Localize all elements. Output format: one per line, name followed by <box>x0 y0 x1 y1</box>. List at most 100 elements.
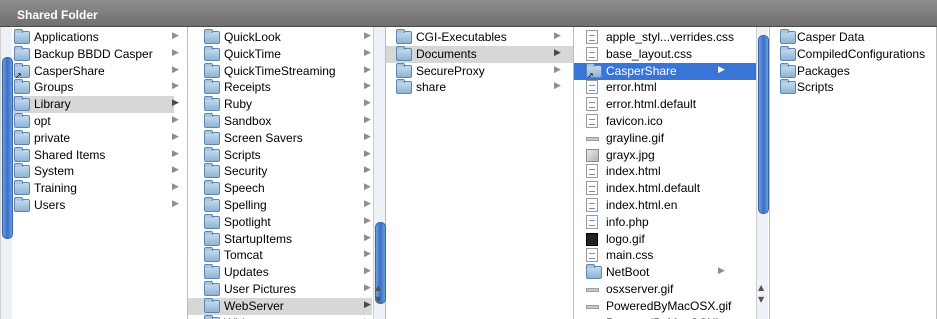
list-item[interactable]: Applications ▶ <box>0 29 179 46</box>
list-item[interactable]: Library ▶ <box>0 96 179 114</box>
list-item[interactable]: error.html <box>574 79 756 96</box>
list-item[interactable]: logo.gif <box>574 231 756 248</box>
list-item[interactable]: Speech ▶ <box>188 180 372 197</box>
list-item[interactable]: private ▶ <box>0 129 179 147</box>
list-item-label: Receipts <box>224 80 271 95</box>
scrollbar-thumb[interactable] <box>2 57 13 239</box>
list-item[interactable]: QuickTimeStreaming ▶ <box>188 62 372 80</box>
list-item[interactable]: osxserver.gif <box>574 281 756 298</box>
list-item-label: System <box>34 164 75 179</box>
list-item[interactable]: PoweredByMacOSX.gif <box>574 298 756 315</box>
list-item-label: CasperShare <box>34 63 105 78</box>
list-item[interactable]: Spelling ▶ <box>188 197 372 214</box>
list-item[interactable]: main.css <box>574 247 756 264</box>
folder-icon <box>780 45 796 61</box>
folder-icon <box>204 79 220 95</box>
list-item[interactable]: Groups ▶ <box>0 79 179 96</box>
folder-icon <box>204 230 220 246</box>
list-item[interactable]: apple_styl...verrides.css <box>574 29 756 46</box>
disclosure-arrow-icon: ▶ <box>554 81 561 92</box>
list-item[interactable]: Backup BBDD Casper ▶ <box>0 45 179 63</box>
scrollbar-thumb[interactable] <box>758 35 769 214</box>
list-item[interactable]: Sandbox ▶ <box>188 113 372 130</box>
list-item[interactable]: Updates ▶ <box>188 264 372 281</box>
list-item-label: Speech <box>224 181 265 196</box>
list-item[interactable]: WebServer ▶ <box>188 297 372 315</box>
logo-image-icon <box>586 232 598 246</box>
list-item[interactable]: CasperShare ▶ <box>0 62 179 80</box>
list-item-label: logo.gif <box>606 231 645 246</box>
list-item[interactable]: Users ▶ <box>0 197 179 214</box>
list-item[interactable]: Spotlight ▶ <box>188 213 372 231</box>
list-item[interactable]: error.html.default <box>574 96 756 113</box>
browser-column-5[interactable]: Casper Data CompiledConfigurations Package… <box>770 27 937 319</box>
scroll-up-arrow-icon[interactable]: ▲ <box>758 283 764 292</box>
list-item[interactable]: QuickLook ▶ <box>188 29 372 46</box>
list-item-label: Groups <box>34 80 74 95</box>
list-item[interactable]: Security ▶ <box>188 163 372 180</box>
list-item[interactable]: User Pictures ▶ <box>188 281 372 298</box>
alias-folder-icon <box>586 62 602 80</box>
list-item[interactable]: Widgets▶ <box>188 314 372 319</box>
vertical-scrollbar[interactable]: ▲ ▼ <box>756 27 769 319</box>
browser-column-2[interactable]: QuickLook ▶ QuickTime ▶ QuickTimeStreaming ▶ R… <box>188 27 386 319</box>
list-item-label: Spelling <box>224 198 267 212</box>
list-item[interactable]: favicon.ico <box>574 113 756 130</box>
list-item[interactable]: PoweredByMacOSXLarge.gif <box>574 315 762 319</box>
list-item[interactable]: CompiledConfigurations <box>770 45 936 63</box>
folder-icon <box>396 29 412 44</box>
list-item-label: CompiledConfigurations <box>797 46 926 61</box>
list-item[interactable]: Documents ▶ <box>386 45 573 63</box>
list-item[interactable]: Packages <box>770 62 936 80</box>
list-item[interactable]: StartupItems ▶ <box>188 230 372 248</box>
list-item[interactable]: CasperShare ▶ <box>574 62 756 80</box>
window-titlebar[interactable]: Shared Folder <box>0 0 937 27</box>
list-item[interactable]: CGI-Executables ▶ <box>386 29 573 46</box>
list-item[interactable]: base_layout.css <box>574 46 756 63</box>
list-item[interactable]: index.html.default <box>574 180 756 197</box>
disclosure-arrow-icon: ▶ <box>718 266 725 277</box>
list-item-label: PoweredByMacOSX.gif <box>606 298 732 313</box>
vertical-scrollbar[interactable] <box>0 27 13 319</box>
list-item[interactable]: share ▶ <box>386 79 573 96</box>
applications-folder-icon <box>14 29 30 44</box>
browser-column-3[interactable]: CGI-Executables ▶ Documents ▶ SecureProxy ▶ sh… <box>386 27 574 319</box>
vertical-scrollbar[interactable]: ▲ ▼ <box>373 27 386 319</box>
list-item-label: Applications <box>34 30 99 44</box>
list-item[interactable]: Ruby ▶ <box>188 96 372 113</box>
list-item[interactable]: grayx.jpg <box>574 147 756 164</box>
list-item[interactable]: index.html <box>574 163 756 180</box>
folder-icon <box>396 62 412 78</box>
list-item[interactable]: Receipts ▶ <box>188 79 372 96</box>
list-item[interactable]: System ▶ <box>0 163 179 180</box>
list-item-label: Sandbox <box>224 114 272 128</box>
list-item[interactable]: Tomcat ▶ <box>188 247 372 264</box>
list-item-label: Tomcat <box>224 248 263 263</box>
scroll-up-arrow-icon[interactable]: ▲ <box>375 283 381 292</box>
html-document-icon <box>586 164 598 179</box>
scroll-down-arrow-icon[interactable]: ▼ <box>375 295 381 304</box>
disclosure-arrow-icon: ▶ <box>172 81 179 92</box>
list-item[interactable]: Scripts <box>770 79 936 96</box>
disclosure-arrow-icon: ▶ <box>172 165 179 176</box>
list-item[interactable]: info.php <box>574 214 756 231</box>
list-item[interactable]: Screen Savers ▶ <box>188 129 372 147</box>
list-item[interactable]: SecureProxy ▶ <box>386 62 573 80</box>
list-item[interactable]: NetBoot ▶ <box>574 264 756 281</box>
list-item-label: QuickTime <box>224 46 281 61</box>
list-item[interactable]: Shared Items ▶ <box>0 146 179 164</box>
list-item[interactable]: Casper Data <box>770 29 936 46</box>
disclosure-arrow-icon: ▶ <box>364 64 371 75</box>
css-document-icon <box>586 30 598 44</box>
list-item[interactable]: grayline.gif <box>574 130 756 147</box>
list-item[interactable]: opt ▶ <box>0 113 179 130</box>
list-item[interactable]: Scripts ▶ <box>188 146 372 164</box>
list-item[interactable]: QuickTime ▶ <box>188 45 372 63</box>
browser-column-1[interactable]: Applications▶Backup BBDD Casper▶CasperSh… <box>0 27 188 319</box>
list-item[interactable]: Training ▶ <box>0 180 179 197</box>
browser-column-4[interactable]: apple_styl...verrides.css base_layout.css… <box>574 27 770 319</box>
list-item[interactable]: index.html.en <box>574 197 756 214</box>
scroll-down-arrow-icon[interactable]: ▼ <box>758 295 764 304</box>
disclosure-arrow-icon: ▶ <box>554 64 561 75</box>
disclosure-arrow-icon: ▶ <box>364 215 371 226</box>
